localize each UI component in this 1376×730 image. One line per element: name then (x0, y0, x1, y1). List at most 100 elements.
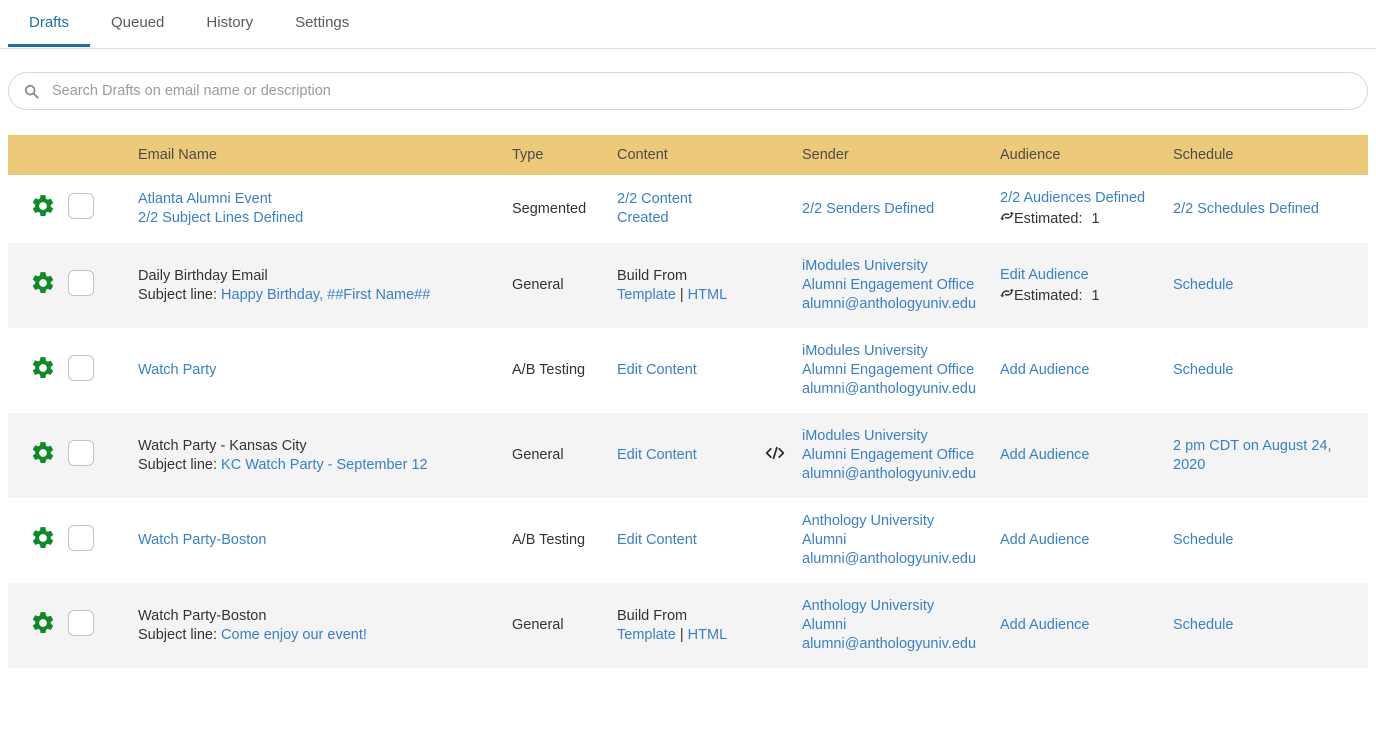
email-type: A/B Testing (512, 532, 585, 548)
sender-line[interactable]: iModules University (802, 342, 990, 361)
audience-link[interactable]: Add Audience (1000, 446, 1163, 465)
content-link[interactable]: Edit Content (617, 361, 737, 380)
email-subline-text[interactable]: Happy Birthday, ##First Name## (221, 287, 430, 303)
build-from-html-link[interactable]: HTML (688, 627, 727, 643)
content-links: Template | HTML (617, 286, 737, 305)
build-from-html-link[interactable]: HTML (688, 287, 727, 303)
schedule-link[interactable]: Schedule (1173, 362, 1233, 378)
sender-line[interactable]: 2/2 Senders Defined (802, 200, 990, 219)
code-view-cell (737, 498, 802, 583)
search-icon (23, 83, 39, 99)
tab-drafts[interactable]: Drafts (8, 0, 90, 47)
sender-line[interactable]: alumni@anthologyuniv.edu (802, 465, 990, 484)
email-name[interactable]: Watch Party-Boston (138, 531, 498, 550)
row-select-cell (68, 328, 138, 413)
sender-line[interactable]: Alumni Engagement Office (802, 276, 990, 295)
sender-line[interactable]: iModules University (802, 257, 990, 276)
estimated-value: 1 (1092, 211, 1100, 227)
gear-icon[interactable] (30, 193, 56, 219)
tab-settings[interactable]: Settings (274, 0, 370, 47)
schedule-link[interactable]: Schedule (1173, 532, 1233, 548)
search-section (0, 49, 1376, 110)
email-name-cell: Atlanta Alumni Event2/2 Subject Lines De… (138, 175, 512, 243)
schedule-link[interactable]: Schedule (1173, 617, 1233, 633)
email-name: Watch Party - Kansas City (138, 437, 498, 456)
audience-link[interactable]: Edit Audience (1000, 266, 1163, 285)
search-input[interactable] (50, 82, 1353, 100)
audience-link[interactable]: Add Audience (1000, 616, 1163, 635)
row-checkbox[interactable] (68, 610, 94, 636)
sender-line[interactable]: Anthology University (802, 512, 990, 531)
audience-cell: Add Audience (1000, 328, 1173, 413)
col-header-type: Type (512, 135, 617, 175)
email-subline-text[interactable]: 2/2 Subject Lines Defined (138, 210, 303, 226)
schedule-link[interactable]: Schedule (1173, 277, 1233, 293)
audience-link[interactable]: Add Audience (1000, 361, 1163, 380)
sender-cell: iModules UniversityAlumni Engagement Off… (802, 243, 1000, 328)
email-subline-text[interactable]: Come enjoy our event! (221, 627, 367, 643)
sender-line[interactable]: alumni@anthologyuniv.edu (802, 550, 990, 569)
search-box[interactable] (8, 72, 1368, 110)
col-header-code (737, 135, 802, 175)
sender-line[interactable]: Alumni Engagement Office (802, 446, 990, 465)
refresh-icon[interactable] (1000, 209, 1014, 223)
gear-icon[interactable] (30, 440, 56, 466)
sender-line[interactable]: Anthology University (802, 597, 990, 616)
gear-icon[interactable] (30, 270, 56, 296)
sender-line[interactable]: Alumni (802, 616, 990, 635)
email-type: General (512, 617, 564, 633)
gear-icon[interactable] (30, 355, 56, 381)
audience-link[interactable]: 2/2 Audiences Defined (1000, 189, 1163, 208)
email-type-cell: Segmented (512, 175, 617, 243)
email-subline: Subject line: KC Watch Party - September… (138, 456, 498, 475)
tab-history[interactable]: History (185, 0, 274, 47)
email-subline: Subject line: Happy Birthday, ##First Na… (138, 286, 498, 305)
row-checkbox[interactable] (68, 355, 94, 381)
content-label: Build From (617, 267, 737, 286)
row-checkbox[interactable] (68, 525, 94, 551)
email-subline-text[interactable]: KC Watch Party - September 12 (221, 457, 428, 473)
row-checkbox[interactable] (68, 193, 94, 219)
subject-line-label: Subject line: (138, 457, 221, 473)
table-row: Watch Party - Kansas CitySubject line: K… (8, 413, 1368, 498)
audience-cell: Add Audience (1000, 583, 1173, 668)
code-view-cell (737, 175, 802, 243)
sender-line[interactable]: alumni@anthologyuniv.edu (802, 380, 990, 399)
schedule-cell: Schedule (1173, 498, 1368, 583)
schedule-link[interactable]: 2 pm CDT on August 24, 2020 (1173, 438, 1332, 473)
sender-line[interactable]: Alumni (802, 531, 990, 550)
email-name-cell: Daily Birthday EmailSubject line: Happy … (138, 243, 512, 328)
code-icon[interactable] (765, 445, 785, 461)
content-link[interactable]: Edit Content (617, 531, 737, 550)
tab-queued[interactable]: Queued (90, 0, 185, 47)
email-type-cell: General (512, 243, 617, 328)
email-name[interactable]: Watch Party (138, 361, 498, 380)
build-from-template-link[interactable]: Template (617, 287, 676, 303)
row-checkbox[interactable] (68, 270, 94, 296)
sender-cell: Anthology UniversityAlumnialumni@antholo… (802, 583, 1000, 668)
gear-icon[interactable] (30, 525, 56, 551)
row-actions-cell (8, 328, 68, 413)
sender-cell: Anthology UniversityAlumnialumni@antholo… (802, 498, 1000, 583)
estimated-label: Estimated: (1014, 288, 1083, 304)
sender-line[interactable]: iModules University (802, 427, 990, 446)
sender-line[interactable]: alumni@anthologyuniv.edu (802, 295, 990, 314)
content-link[interactable]: Edit Content (617, 446, 737, 465)
audience-link[interactable]: Add Audience (1000, 531, 1163, 550)
schedule-cell: Schedule (1173, 583, 1368, 668)
email-type: General (512, 277, 564, 293)
sender-line[interactable]: alumni@anthologyuniv.edu (802, 635, 990, 654)
row-checkbox[interactable] (68, 440, 94, 466)
refresh-icon[interactable] (1000, 286, 1014, 300)
email-type: Segmented (512, 201, 586, 217)
audience-cell: 2/2 Audiences DefinedEstimated:1 (1000, 175, 1173, 243)
schedule-link[interactable]: 2/2 Schedules Defined (1173, 201, 1319, 217)
email-name[interactable]: Atlanta Alumni Event (138, 190, 498, 209)
sender-line[interactable]: Alumni Engagement Office (802, 361, 990, 380)
build-from-template-link[interactable]: Template (617, 627, 676, 643)
content-cell: Build FromTemplate | HTML (617, 243, 737, 328)
content-link[interactable]: 2/2 Content Created (617, 190, 737, 228)
table-row: Watch Party-Boston A/B Testing Edit Conten… (8, 498, 1368, 583)
gear-icon[interactable] (30, 610, 56, 636)
table-header: Email Name Type Content Sender Audience … (8, 135, 1368, 175)
